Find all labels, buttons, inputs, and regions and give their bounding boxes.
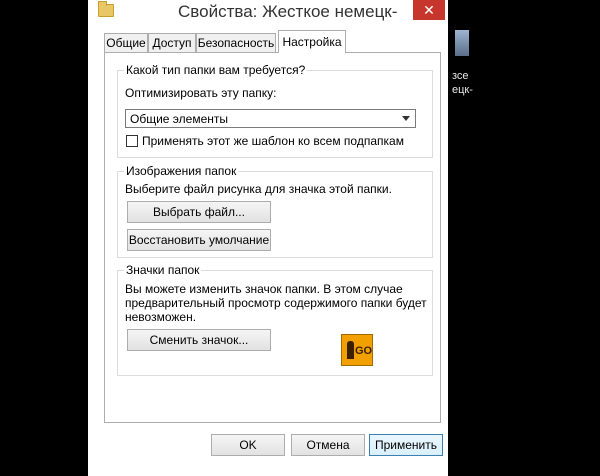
- optimize-select-value: Общие элементы: [130, 112, 228, 126]
- choose-file-button[interactable]: Выбрать файл...: [127, 201, 271, 223]
- tab-security[interactable]: Безопасность: [196, 33, 276, 52]
- apply-subfolders-label: Применять этот же шаблон ко всем подпапк…: [142, 134, 404, 148]
- folder-type-title: Какой тип папки вам требуется?: [124, 63, 308, 77]
- restore-default-button[interactable]: Восстановить умолчание: [127, 229, 271, 251]
- close-button[interactable]: ✕: [413, 0, 445, 20]
- folder-icons-title: Значки папок: [124, 263, 202, 277]
- desktop-item-label: зсе: [452, 70, 469, 82]
- title-bar[interactable]: Свойства: Жесткое немецк- ✕: [88, 0, 448, 28]
- change-icon-button[interactable]: Сменить значок...: [127, 329, 271, 351]
- chevron-down-icon: [402, 116, 410, 121]
- folder-icons-desc-1: Вы можете изменить значок папки. В этом …: [125, 282, 403, 296]
- soldier-icon: [347, 341, 354, 359]
- folder-icons-desc-2: предварительный просмотр содержимого пап…: [125, 296, 427, 310]
- tab-customize[interactable]: Настройка: [278, 30, 346, 53]
- folder-icon-preview: GO: [341, 334, 373, 366]
- tab-sharing[interactable]: Доступ: [148, 33, 196, 52]
- apply-button[interactable]: Применить: [369, 434, 443, 456]
- folder-images-title: Изображения папок: [124, 164, 239, 178]
- icon-text: GO: [355, 345, 373, 357]
- folder-images-desc: Выберите файл рисунка для значка этой па…: [125, 182, 392, 196]
- cancel-button[interactable]: Отмена: [291, 434, 365, 456]
- optimize-label: Оптимизировать эту папку:: [125, 86, 277, 100]
- folder-icon: [98, 1, 114, 17]
- desktop-item-icon[interactable]: [455, 30, 469, 56]
- ok-button[interactable]: OK: [211, 434, 285, 456]
- apply-subfolders-checkbox[interactable]: [126, 135, 138, 147]
- folder-icons-desc-3: невозможен.: [125, 310, 197, 324]
- desktop-item-label-2: ецк-: [452, 84, 473, 96]
- customize-panel: Какой тип папки вам требуется? Оптимизир…: [104, 52, 441, 423]
- properties-dialog: Свойства: Жесткое немецк- ✕ Общие Доступ…: [88, 0, 448, 476]
- optimize-select[interactable]: Общие элементы: [125, 109, 416, 128]
- tab-general[interactable]: Общие: [104, 33, 148, 52]
- window-title: Свойства: Жесткое немецк-: [178, 2, 398, 21]
